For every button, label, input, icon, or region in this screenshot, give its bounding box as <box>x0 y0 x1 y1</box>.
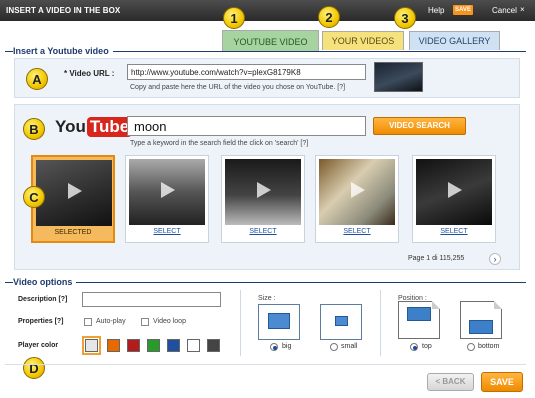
play-icon <box>444 180 464 200</box>
video-result-2[interactable]: SELECT <box>125 155 209 243</box>
select-link[interactable]: SELECT <box>316 228 398 235</box>
size-big-radio[interactable] <box>270 343 278 351</box>
marker-a: A <box>26 68 48 90</box>
color-swatch-orange[interactable] <box>107 339 120 352</box>
video-url-hint: Copy and paste here the URL of the video… <box>130 84 346 91</box>
help-link[interactable]: Help <box>428 6 444 15</box>
position-bottom-label: bottom <box>478 343 500 350</box>
cancel-link[interactable]: Cancel <box>492 6 517 15</box>
position-bottom-icon[interactable] <box>460 301 502 339</box>
video-result-5[interactable]: SELECT <box>412 155 496 243</box>
size-big-label: big <box>282 343 292 350</box>
video-result-caption: SELECTED <box>54 229 92 236</box>
play-icon <box>347 180 367 200</box>
tab-youtube-video[interactable]: YOUTUBE VIDEO <box>222 30 319 51</box>
size-big-icon[interactable] <box>258 304 300 340</box>
footer-divider <box>5 364 526 365</box>
back-button[interactable]: < BACK <box>427 373 474 391</box>
insert-section-heading: Insert a Youtube video <box>13 46 113 56</box>
position-top-radio[interactable] <box>410 343 418 351</box>
step-badge-3: 3 <box>394 7 416 29</box>
position-bottom-radio[interactable] <box>467 343 475 351</box>
description-input[interactable] <box>82 292 221 307</box>
select-link[interactable]: SELECT <box>126 228 208 235</box>
step-badge-2: 2 <box>318 6 340 28</box>
video-preview-thumbnail <box>374 62 423 92</box>
options-divider <box>380 290 381 356</box>
select-link[interactable]: SELECT <box>413 228 495 235</box>
play-icon <box>157 180 177 200</box>
properties-label: Properties [?] <box>18 318 64 325</box>
close-icon[interactable]: × <box>520 5 525 14</box>
autoplay-checkbox[interactable] <box>84 318 92 326</box>
video-result-4[interactable]: SELECT <box>315 155 399 243</box>
video-loop-checkbox[interactable] <box>141 318 149 326</box>
video-options-heading: Video options <box>13 277 77 287</box>
search-hint: Type a keyword in the search field the c… <box>130 140 309 147</box>
tab-your-videos[interactable]: YOUR VIDEOS <box>322 31 404 50</box>
youtube-logo: You Tube <box>55 117 133 137</box>
tab-video-gallery[interactable]: VIDEO GALLERY <box>409 31 500 50</box>
marker-c: C <box>23 186 45 208</box>
color-swatch-green[interactable] <box>147 339 160 352</box>
video-url-input[interactable] <box>127 64 366 80</box>
video-search-input[interactable] <box>127 116 366 136</box>
marker-d: D <box>23 357 45 379</box>
save-button[interactable]: SAVE <box>481 372 523 392</box>
step-badge-1: 1 <box>223 7 245 29</box>
video-loop-label: Video loop <box>153 318 186 325</box>
description-label: Description [?] <box>18 296 68 303</box>
video-url-label: * Video URL : <box>64 69 115 78</box>
youtube-logo-tube: Tube <box>86 117 133 137</box>
app-title: INSERT A VIDEO IN THE BOX <box>6 6 121 15</box>
select-link[interactable]: SELECT <box>222 228 304 235</box>
color-swatch-blue[interactable] <box>167 339 180 352</box>
position-top-icon[interactable] <box>398 301 440 339</box>
player-color-label: Player color <box>18 342 59 349</box>
play-icon <box>64 181 84 201</box>
color-swatch-dark[interactable] <box>207 339 220 352</box>
next-page-icon[interactable]: › <box>489 253 501 265</box>
pagination-text: Page 1 di 115,255 <box>408 255 465 262</box>
size-small-label: small <box>341 343 358 350</box>
video-result-3[interactable]: SELECT <box>221 155 305 243</box>
marker-b: B <box>23 118 45 140</box>
color-swatch-gray[interactable] <box>82 336 101 355</box>
section-divider <box>5 282 526 283</box>
position-top-label: top <box>422 343 432 350</box>
size-title: Size : <box>258 295 276 302</box>
size-small-icon[interactable] <box>320 304 362 340</box>
color-swatch-red[interactable] <box>127 339 140 352</box>
size-small-radio[interactable] <box>330 343 338 351</box>
options-divider <box>240 290 241 356</box>
play-icon <box>253 180 273 200</box>
color-swatch-white[interactable] <box>187 339 200 352</box>
top-save-button[interactable]: SAVE <box>453 5 473 15</box>
autoplay-label: Auto-play <box>96 318 126 325</box>
video-search-button[interactable]: VIDEO SEARCH <box>373 117 466 135</box>
youtube-logo-you: You <box>55 117 86 136</box>
